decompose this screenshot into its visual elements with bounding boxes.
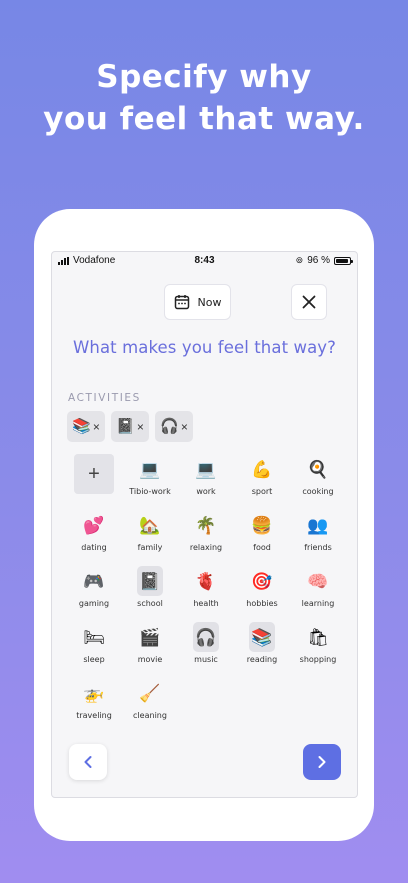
add-activity-button[interactable]: + bbox=[74, 454, 114, 494]
remove-icon[interactable]: × bbox=[137, 420, 144, 434]
activity-label: traveling bbox=[76, 711, 112, 720]
activity-traveling[interactable]: 🚁 traveling bbox=[64, 678, 124, 734]
activity-label: school bbox=[137, 599, 163, 608]
promo-headline: Specify why you feel that way. bbox=[0, 56, 408, 140]
activity-relaxing[interactable]: 🌴 relaxing bbox=[176, 510, 236, 566]
activity-reading[interactable]: 📚 reading bbox=[232, 622, 292, 678]
activity-health[interactable]: 🫀 health bbox=[176, 566, 236, 622]
activity-tibio-work[interactable]: 💻 Tibio-work bbox=[120, 454, 180, 510]
reading-icon: 📚 bbox=[72, 418, 91, 435]
movie-icon: 🎬 bbox=[139, 627, 161, 647]
activity-hobbies[interactable]: 🎯 hobbies bbox=[232, 566, 292, 622]
remove-icon[interactable]: × bbox=[93, 420, 100, 434]
activity-label: cleaning bbox=[133, 711, 167, 720]
activity-label: Tibio-work bbox=[129, 487, 171, 496]
back-button[interactable] bbox=[69, 744, 107, 780]
calendar-icon bbox=[174, 295, 189, 310]
shopping-icon: 🛍 bbox=[307, 627, 329, 647]
activity-label: movie bbox=[137, 655, 163, 664]
activity-cooking[interactable]: 🍳 cooking bbox=[288, 454, 348, 510]
activity-music[interactable]: 🎧 music bbox=[176, 622, 236, 678]
battery-percent: 96 % bbox=[307, 255, 330, 266]
close-icon bbox=[302, 295, 316, 309]
family-icon: 🏡 bbox=[139, 515, 161, 535]
activity-label: music bbox=[194, 655, 218, 664]
activity-label: hobbies bbox=[246, 599, 278, 608]
orientation-lock-icon: ⊚ bbox=[295, 255, 304, 265]
selected-chips: 📚 × 📓 × 🎧 × bbox=[67, 411, 193, 442]
dating-icon: 💕 bbox=[83, 515, 105, 535]
activity-cleaning[interactable]: 🧹 cleaning bbox=[120, 678, 180, 734]
food-icon: 🍔 bbox=[251, 515, 273, 535]
section-label-activities: ACTIVITIES bbox=[68, 392, 141, 404]
activity-gaming[interactable]: 🎮 gaming bbox=[64, 566, 124, 622]
remove-icon[interactable]: × bbox=[181, 420, 188, 434]
music-icon: 🎧 bbox=[160, 418, 179, 435]
activity-label: food bbox=[253, 543, 271, 552]
next-button[interactable] bbox=[303, 744, 341, 780]
activity-label: shopping bbox=[299, 655, 337, 664]
activity-family[interactable]: 🏡 family bbox=[120, 510, 180, 566]
app-screen: Vodafone 8:43 ⊚ 96 % Now What makes you … bbox=[51, 251, 358, 798]
cleaning-icon: 🧹 bbox=[139, 683, 161, 703]
headline-line-1: Specify why bbox=[96, 59, 312, 95]
chip-reading[interactable]: 📚 × bbox=[67, 411, 105, 442]
activity-food[interactable]: 🍔 food bbox=[232, 510, 292, 566]
tibio-work-icon: 💻 bbox=[139, 459, 161, 479]
activity-movie[interactable]: 🎬 movie bbox=[120, 622, 180, 678]
close-button[interactable] bbox=[291, 284, 327, 320]
status-bar: Vodafone 8:43 ⊚ 96 % bbox=[52, 252, 357, 270]
chevron-right-icon bbox=[318, 756, 326, 768]
activity-school[interactable]: 📓 school bbox=[120, 566, 180, 622]
school-icon: 📓 bbox=[116, 418, 135, 435]
friends-icon: 👥 bbox=[307, 515, 329, 535]
activity-label: sleep bbox=[83, 655, 105, 664]
activity-sport[interactable]: 💪 sport bbox=[232, 454, 292, 510]
question-title: What makes you feel that way? bbox=[72, 338, 337, 357]
activity-label: sport bbox=[251, 487, 273, 496]
activity-label: relaxing bbox=[189, 543, 223, 552]
battery-icon bbox=[334, 256, 353, 265]
activity-label: gaming bbox=[78, 599, 110, 608]
gaming-icon: 🎮 bbox=[83, 571, 105, 591]
now-label: Now bbox=[197, 295, 222, 309]
activity-label: cooking bbox=[302, 487, 334, 496]
activity-label: health bbox=[193, 599, 219, 608]
activity-label: friends bbox=[304, 543, 332, 552]
activity-friends[interactable]: 👥 friends bbox=[288, 510, 348, 566]
learning-icon: 🧠 bbox=[307, 571, 329, 591]
headline-line-2: you feel that way. bbox=[43, 101, 365, 137]
traveling-icon: 🚁 bbox=[83, 683, 105, 703]
chip-school[interactable]: 📓 × bbox=[111, 411, 149, 442]
sport-icon: 💪 bbox=[251, 459, 273, 479]
activity-shopping[interactable]: 🛍 shopping bbox=[288, 622, 348, 678]
sleep-icon: 🛏 bbox=[83, 627, 105, 647]
school-icon: 📓 bbox=[137, 566, 163, 596]
chip-music[interactable]: 🎧 × bbox=[155, 411, 193, 442]
date-time-button[interactable]: Now bbox=[164, 284, 231, 320]
activity-dating[interactable]: 💕 dating bbox=[64, 510, 124, 566]
music-icon: 🎧 bbox=[193, 622, 219, 652]
cooking-icon: 🍳 bbox=[307, 459, 329, 479]
health-icon: 🫀 bbox=[195, 571, 217, 591]
activity-label: family bbox=[137, 543, 163, 552]
activity-sleep[interactable]: 🛏 sleep bbox=[64, 622, 124, 678]
work-icon: 💻 bbox=[195, 459, 217, 479]
phone-frame: Vodafone 8:43 ⊚ 96 % Now What makes you … bbox=[34, 209, 374, 841]
relaxing-icon: 🌴 bbox=[195, 515, 217, 535]
activity-label: reading bbox=[246, 655, 278, 664]
activity-label: learning bbox=[301, 599, 335, 608]
hobbies-icon: 🎯 bbox=[251, 571, 273, 591]
activity-label: work bbox=[196, 487, 216, 496]
activity-work[interactable]: 💻 work bbox=[176, 454, 236, 510]
activity-learning[interactable]: 🧠 learning bbox=[288, 566, 348, 622]
reading-icon: 📚 bbox=[249, 622, 275, 652]
chevron-left-icon bbox=[84, 756, 92, 768]
activity-label: dating bbox=[81, 543, 107, 552]
